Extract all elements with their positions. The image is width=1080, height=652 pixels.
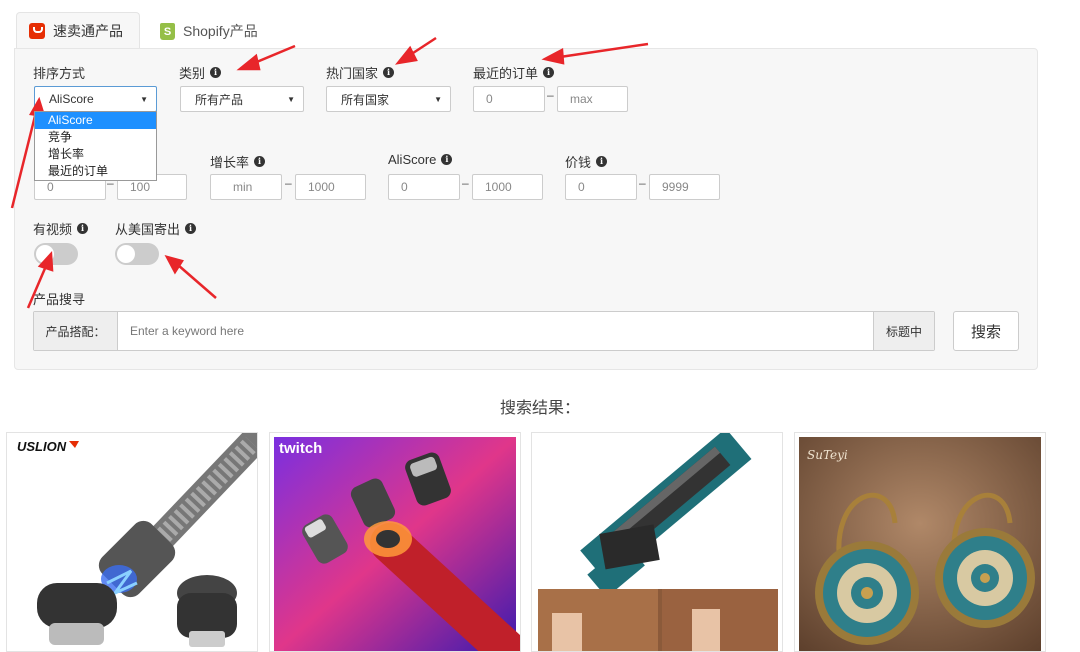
magnetic-cable-image: USLION: [7, 433, 257, 651]
orders-max-value: max: [570, 92, 593, 106]
category-select-value: 所有产品: [195, 92, 244, 107]
range-dash: –: [285, 176, 292, 190]
search-input[interactable]: Enter a keyword here: [130, 312, 244, 350]
range-dash: –: [462, 176, 469, 190]
tab-label: 速卖通产品: [53, 23, 123, 39]
tab-shopify-products[interactable]: S Shopify产品: [148, 12, 270, 50]
sort-select[interactable]: AliScore ▼: [34, 86, 157, 112]
sort-option-growth[interactable]: 增长率: [35, 146, 156, 163]
product-brand: twitch: [279, 440, 322, 457]
caret-down-icon: ▼: [434, 94, 442, 104]
sort-option-aliscore[interactable]: AliScore: [35, 112, 156, 129]
info-icon[interactable]: i: [441, 154, 453, 165]
search-prefix: 产品搭配：: [34, 312, 118, 350]
contour-gauge-image: [532, 433, 782, 651]
growth-max-value: 1000: [308, 180, 335, 194]
has-video-toggle[interactable]: [34, 243, 78, 265]
range-dash: –: [547, 88, 554, 102]
info-icon[interactable]: i: [596, 156, 608, 167]
info-icon[interactable]: i: [383, 67, 395, 78]
product-search-label: 产品搜寻: [33, 292, 86, 307]
sort-option-competition[interactable]: 竞争: [35, 129, 156, 146]
results-title: 搜索结果：: [499, 400, 580, 417]
country-select[interactable]: 所有国家 ▼: [326, 86, 451, 112]
category-label: 类别 i: [179, 63, 222, 82]
competition-min-value: 0: [47, 180, 54, 194]
aliscore-max-value: 1000: [485, 180, 512, 194]
aliscore-label: AliScore i: [388, 152, 453, 167]
aliexpress-icon: [29, 23, 45, 39]
search-button[interactable]: 搜索: [953, 311, 1019, 351]
price-label: 价钱 i: [565, 152, 608, 171]
orders-label: 最近的订单 i: [473, 63, 555, 82]
growth-label: 增长率 i: [210, 152, 266, 171]
shopify-icon: S: [160, 22, 175, 40]
price-min-input[interactable]: 0: [565, 174, 637, 200]
product-card[interactable]: twitch: [269, 432, 521, 652]
sort-label: 排序方式: [33, 66, 86, 81]
orders-min-value: 0: [486, 92, 493, 106]
price-min-value: 0: [578, 180, 585, 194]
info-icon[interactable]: i: [210, 67, 222, 78]
caret-down-icon: ▼: [287, 94, 295, 104]
product-brand: USLION: [17, 439, 67, 454]
ships-from-us-toggle[interactable]: [115, 243, 159, 265]
aliscore-min-input[interactable]: 0: [388, 174, 460, 200]
tab-aliexpress-products[interactable]: 速卖通产品: [16, 12, 140, 50]
competition-max-value: 100: [130, 180, 151, 194]
orders-min-input[interactable]: 0: [473, 86, 545, 112]
product-card[interactable]: [531, 432, 783, 652]
info-icon[interactable]: i: [185, 223, 197, 234]
info-icon[interactable]: i: [77, 223, 89, 234]
aliscore-max-input[interactable]: 1000: [472, 174, 543, 200]
search-scope[interactable]: 标题中: [873, 312, 934, 350]
country-select-value: 所有国家: [341, 92, 390, 107]
range-dash: –: [639, 176, 646, 190]
mandala-earrings-image: SuTeyi: [799, 437, 1041, 651]
info-icon[interactable]: i: [543, 67, 555, 78]
growth-min-value: min: [233, 180, 253, 194]
caret-down-icon: ▼: [140, 94, 148, 104]
aliscore-min-value: 0: [401, 180, 408, 194]
sort-dropdown-list: AliScore 竞争 增长率 最近的订单: [34, 111, 157, 181]
info-icon[interactable]: i: [254, 156, 266, 167]
search-bar: 产品搭配： Enter a keyword here 标题中: [33, 311, 935, 351]
product-card[interactable]: SuTeyi: [794, 432, 1046, 652]
ships-from-us-label: 从美国寄出 i: [115, 219, 197, 238]
toggle-knob: [117, 245, 135, 263]
country-label: 热门国家 i: [326, 63, 395, 82]
toggle-knob: [36, 245, 54, 263]
magnetic-plug-image: twitch: [274, 437, 520, 651]
growth-max-input[interactable]: 1000: [295, 174, 366, 200]
tab-label: Shopify产品: [183, 23, 258, 39]
sort-option-recent-orders[interactable]: 最近的订单: [35, 163, 156, 180]
has-video-label: 有视频 i: [33, 219, 89, 238]
growth-min-input[interactable]: min: [210, 174, 282, 200]
price-max-value: 9999: [662, 180, 689, 194]
sort-select-value: AliScore: [49, 92, 94, 106]
price-max-input[interactable]: 9999: [649, 174, 720, 200]
category-select[interactable]: 所有产品 ▼: [180, 86, 304, 112]
product-card[interactable]: USLION: [6, 432, 258, 652]
orders-max-input[interactable]: max: [557, 86, 628, 112]
product-brand: SuTeyi: [807, 448, 848, 462]
